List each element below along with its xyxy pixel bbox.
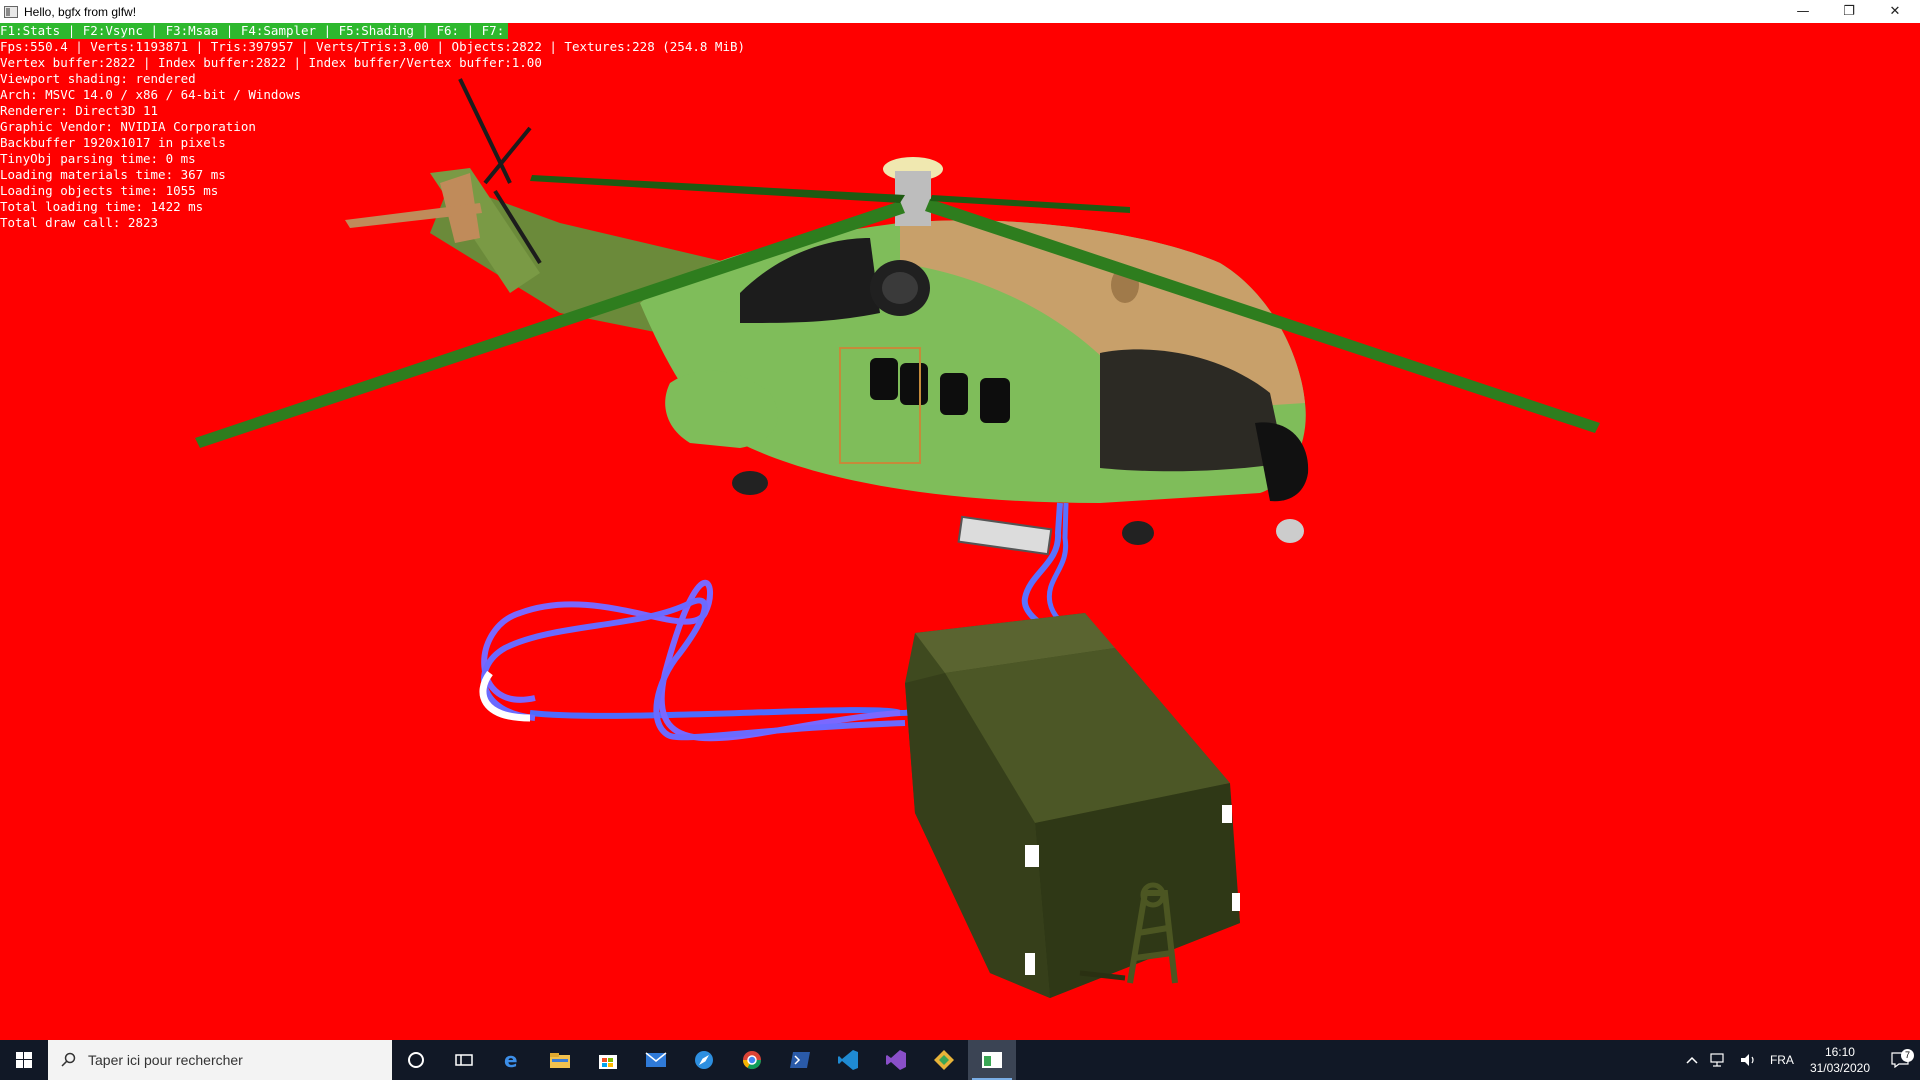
vscode-icon[interactable]: [824, 1040, 872, 1080]
cortana-icon[interactable]: [392, 1040, 440, 1080]
arch-line: Arch: MSVC 14.0 / x86 / 64-bit / Windows: [0, 87, 302, 102]
clock-date: 31/03/2020: [1809, 1061, 1870, 1075]
start-button[interactable]: [0, 1040, 48, 1080]
volume-icon[interactable]: [1734, 1040, 1764, 1080]
minimize-button[interactable]: —: [1780, 0, 1826, 23]
backbuffer-line: Backbuffer 1920x1017 in pixels: [0, 135, 226, 150]
safari-icon[interactable]: [680, 1040, 728, 1080]
edge-icon[interactable]: e: [488, 1040, 536, 1080]
app-window-icon: [4, 5, 18, 18]
bgfx-window-icon[interactable]: [968, 1040, 1016, 1080]
chevron-up-icon[interactable]: [1680, 1040, 1704, 1080]
network-icon[interactable]: [1704, 1040, 1734, 1080]
taskbar-search[interactable]: Taper ici pour rechercher: [48, 1040, 392, 1080]
stats-line: Fps:550.4 | Verts:1193871 | Tris:397957 …: [0, 39, 746, 54]
vendor-line: Graphic Vendor: NVIDIA Corporation: [0, 119, 256, 134]
shading-line: Viewport shading: rendered: [0, 71, 196, 86]
draw-call-line: Total draw call: 2823: [0, 215, 159, 230]
svg-text:e: e: [504, 1049, 518, 1071]
taskbar: Taper ici pour rechercher e FRA 16:10 31…: [0, 1040, 1920, 1080]
notification-count: 7: [1901, 1049, 1914, 1062]
powershell-icon[interactable]: [776, 1040, 824, 1080]
store-icon[interactable]: [584, 1040, 632, 1080]
chrome-icon[interactable]: [728, 1040, 776, 1080]
debug-overlay: F1:Stats | F2:Vsync | F3:Msaa | F4:Sampl…: [0, 23, 745, 231]
mail-icon[interactable]: [632, 1040, 680, 1080]
buffers-line: Vertex buffer:2822 | Index buffer:2822 |…: [0, 55, 542, 70]
action-center-button[interactable]: 7: [1880, 1049, 1920, 1068]
function-key-bar: F1:Stats | F2:Vsync | F3:Msaa | F4:Sampl…: [0, 23, 509, 39]
search-placeholder: Taper ici pour rechercher: [88, 1052, 243, 1068]
visual-studio-icon[interactable]: [872, 1040, 920, 1080]
app-icon-diamond[interactable]: [920, 1040, 968, 1080]
file-explorer-icon[interactable]: [536, 1040, 584, 1080]
task-view-icon[interactable]: [440, 1040, 488, 1080]
materials-time-line: Loading materials time: 367 ms: [0, 167, 226, 182]
fuel-hose: [529, 641, 948, 719]
fuel-truck: [905, 613, 1240, 998]
parse-time-line: TinyObj parsing time: 0 ms: [0, 151, 196, 166]
window-title: Hello, bgfx from glfw!: [24, 4, 137, 19]
system-tray: FRA 16:10 31/03/2020 7: [1680, 1040, 1920, 1080]
render-viewport[interactable]: F1:Stats | F2:Vsync | F3:Msaa | F4:Sampl…: [0, 23, 1920, 1040]
renderer-line: Renderer: Direct3D 11: [0, 103, 159, 118]
close-button[interactable]: ✕: [1872, 0, 1918, 23]
clock[interactable]: 16:10 31/03/2020: [1800, 1044, 1880, 1076]
window-titlebar: Hello, bgfx from glfw! — ❐ ✕: [0, 0, 1920, 24]
language-indicator[interactable]: FRA: [1764, 1040, 1800, 1080]
objects-time-line: Loading objects time: 1055 ms: [0, 183, 219, 198]
clock-time: 16:10: [1824, 1045, 1855, 1059]
total-time-line: Total loading time: 1422 ms: [0, 199, 204, 214]
restore-button[interactable]: ❐: [1826, 0, 1872, 23]
search-icon: [61, 1052, 76, 1067]
windows-logo-icon: [16, 1052, 32, 1068]
